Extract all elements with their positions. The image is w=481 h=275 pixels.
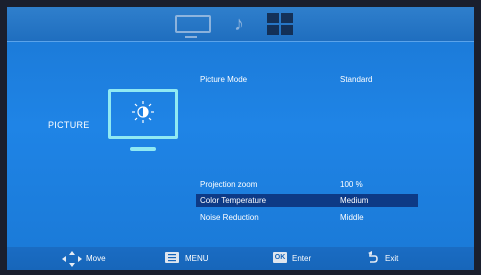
monitor-frame [108,89,178,139]
menu-item-projection-zoom[interactable]: Projection zoom 100 % [196,178,418,191]
menu-item-value: Standard [340,75,373,84]
menu-item-label: Projection zoom [200,180,258,189]
ok-icon: OK [273,252,287,263]
menu-item-label: Color Temperature [200,196,267,205]
help-move-label: Move [86,254,106,263]
picture-settings-menu: Picture Mode Standard Projection zoom 10… [196,7,426,227]
arrows-icon [62,251,82,267]
menu-item-value: Middle [340,213,364,222]
help-menu-label: MENU [185,254,209,263]
menu-icon [165,252,179,263]
brightness-icon [132,101,154,123]
tv-osd-screen: ♪ PICTURE Picture Mode Standard Projecti… [7,7,474,270]
menu-item-color-temperature[interactable]: Color Temperature Medium [196,194,418,207]
help-bar: Move MENU OK Enter Exit [7,247,474,270]
help-exit-label: Exit [385,254,399,263]
return-arrow-icon [368,251,378,263]
menu-item-label: Picture Mode [200,75,248,84]
menu-item-value: 100 % [340,180,363,189]
monitor-stand [130,147,156,151]
menu-item-label: Noise Reduction [200,213,259,222]
menu-item-picture-mode[interactable]: Picture Mode Standard [196,73,418,86]
section-title: PICTURE [48,120,90,130]
picture-monitor-brightness-icon [108,89,184,157]
help-enter-label: Enter [292,254,312,263]
menu-item-noise-reduction[interactable]: Noise Reduction Middle [196,211,418,224]
menu-item-value: Medium [340,196,369,205]
